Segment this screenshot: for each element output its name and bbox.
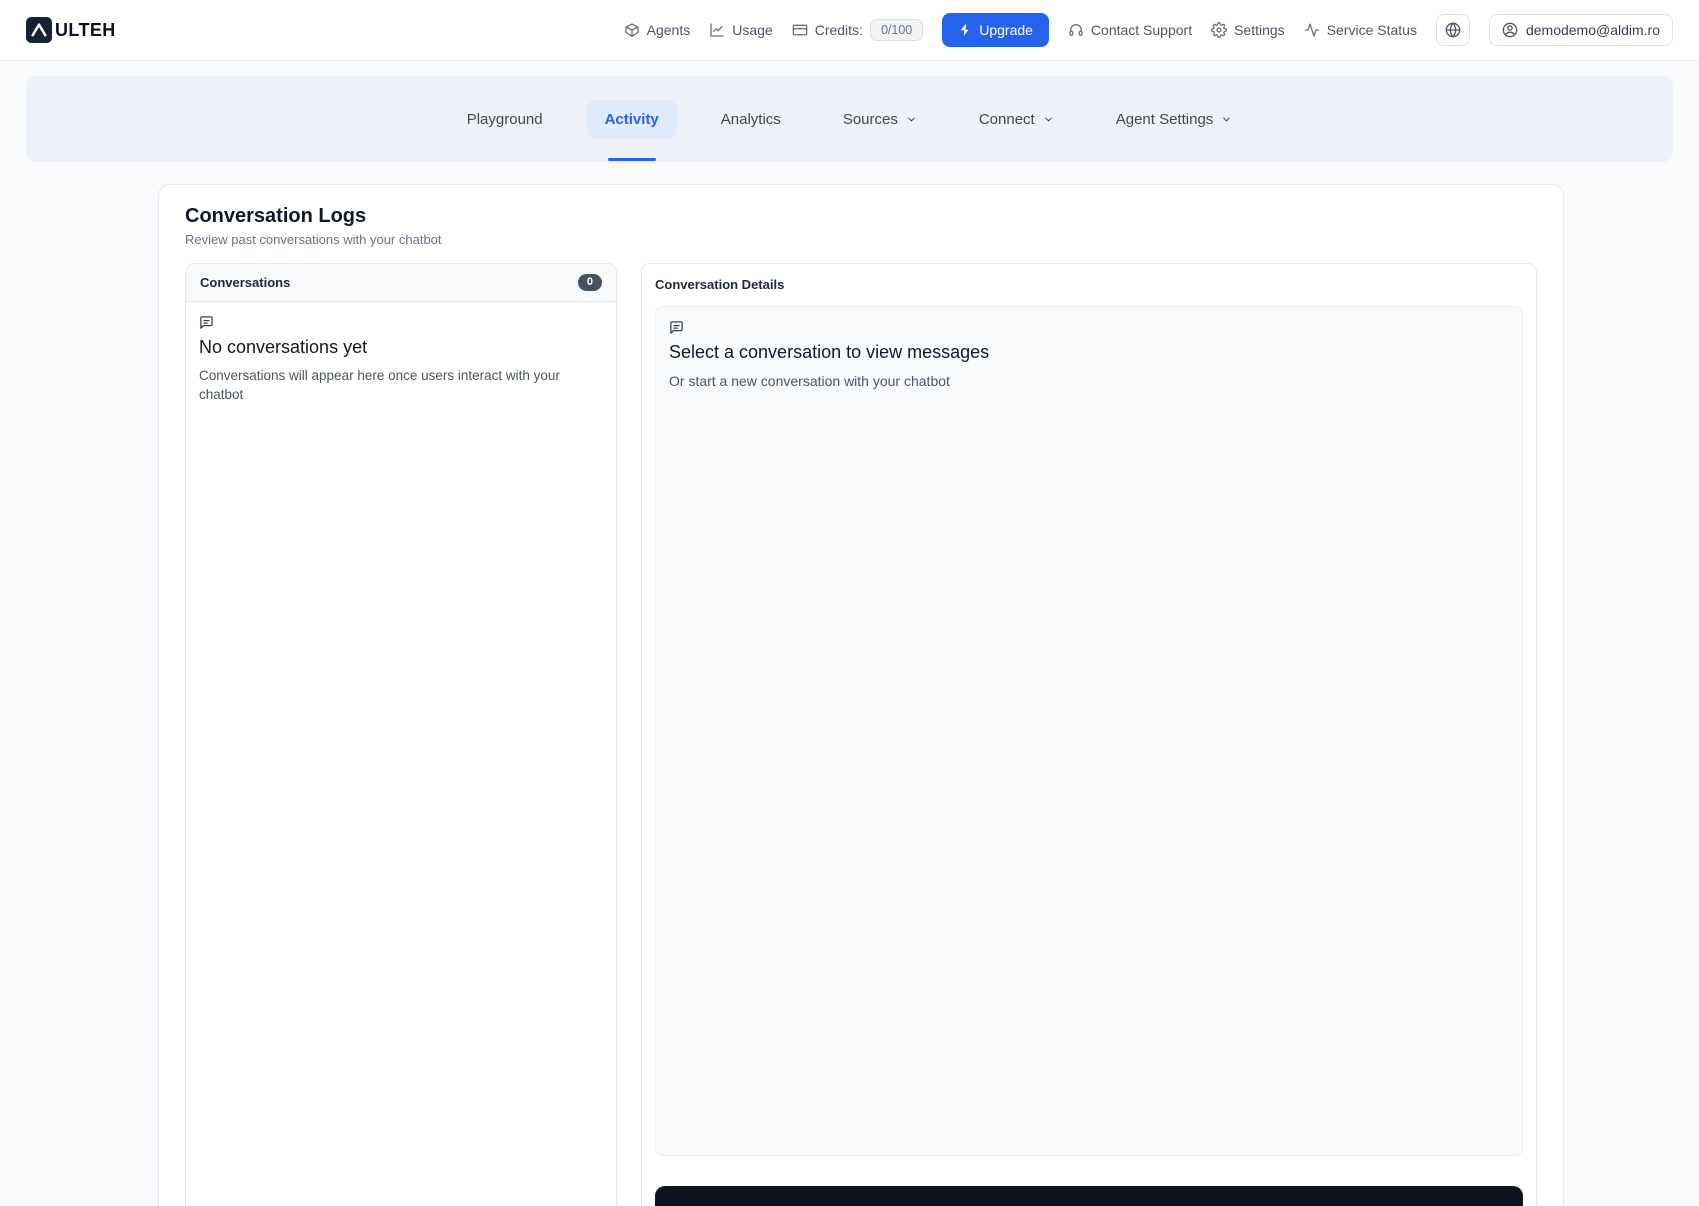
top-header: ULTEH Agents Usage Credits: 0/100 Upgrad… (0, 0, 1699, 61)
tab-connect[interactable]: Connect (961, 100, 1072, 139)
tab-label: Analytics (721, 111, 781, 128)
tab-label: Activity (605, 111, 659, 128)
page-title: Conversation Logs (185, 205, 1537, 228)
account-email: demodemo@aldim.ro (1526, 22, 1660, 38)
nav-usage[interactable]: Usage (709, 22, 772, 38)
conversations-empty-state: No conversations yet Conversations will … (186, 302, 616, 1206)
nav-usage-label: Usage (732, 22, 772, 38)
header-nav: Agents Usage Credits: 0/100 Upgrade Cont… (624, 13, 1673, 47)
credits-value-badge: 0/100 (870, 19, 923, 41)
details-empty-state: Select a conversation to view messages O… (655, 306, 1523, 1156)
conversations-count-badge: 0 (578, 274, 602, 291)
brand-name: ULTEH (55, 20, 116, 41)
tab-label: Sources (843, 111, 898, 128)
nav-settings-label: Settings (1234, 22, 1285, 38)
brand-logo-icon (26, 17, 52, 43)
language-globe-button[interactable] (1436, 14, 1470, 46)
chevron-down-icon (1221, 114, 1232, 125)
page-subtitle: Review past conversations with your chat… (185, 232, 1537, 247)
nav-service-status[interactable]: Service Status (1304, 22, 1417, 38)
activity-pulse-icon (1304, 22, 1320, 38)
credits-card-icon (792, 22, 808, 38)
brand-logo[interactable]: ULTEH (26, 17, 116, 43)
tab-label: Agent Settings (1116, 111, 1214, 128)
tab-agent-settings[interactable]: Agent Settings (1098, 100, 1251, 139)
tab-label: Connect (979, 111, 1035, 128)
details-empty-title: Select a conversation to view messages (669, 342, 1509, 363)
account-menu-button[interactable]: demodemo@aldim.ro (1489, 14, 1673, 46)
nav-settings[interactable]: Settings (1211, 22, 1285, 38)
user-avatar-icon (1502, 22, 1518, 38)
conversations-panel: Conversations 0 No conversations yet Con… (185, 263, 617, 1206)
conversations-empty-text: Conversations will appear here once user… (199, 367, 603, 405)
chevron-down-icon (906, 114, 917, 125)
lightning-bolt-icon (958, 23, 972, 37)
nav-contact-support-label: Contact Support (1091, 22, 1192, 38)
upgrade-button[interactable]: Upgrade (942, 13, 1049, 47)
tab-playground[interactable]: Playground (449, 100, 561, 139)
conversation-details-title: Conversation Details (655, 277, 1523, 292)
upgrade-button-label: Upgrade (979, 22, 1033, 38)
tab-analytics[interactable]: Analytics (703, 100, 799, 139)
nav-agents-label: Agents (647, 22, 691, 38)
tab-sources[interactable]: Sources (825, 100, 935, 139)
agents-icon (624, 22, 640, 38)
globe-icon (1445, 22, 1461, 38)
chevron-down-icon (1043, 114, 1054, 125)
conversations-panel-title: Conversations (200, 275, 290, 290)
tab-activity[interactable]: Activity (587, 100, 677, 139)
gear-icon (1211, 22, 1227, 38)
credits-label: Credits: (815, 22, 863, 38)
conversations-empty-title: No conversations yet (199, 337, 603, 358)
usage-chart-icon (709, 22, 725, 38)
chat-bubble-icon (199, 315, 214, 330)
credits-indicator: Credits: 0/100 (792, 19, 924, 41)
nav-service-status-label: Service Status (1327, 22, 1417, 38)
tab-label: Playground (467, 111, 543, 128)
chat-bubble-icon (669, 320, 684, 335)
headphones-icon (1068, 22, 1084, 38)
bottom-dark-bar (655, 1186, 1523, 1206)
nav-contact-support[interactable]: Contact Support (1068, 22, 1192, 38)
conversation-logs-card: Conversation Logs Review past conversati… (158, 184, 1564, 1206)
details-empty-text: Or start a new conversation with your ch… (669, 372, 1509, 392)
conversation-details-panel: Conversation Details Select a conversati… (641, 263, 1537, 1206)
conversations-panel-header: Conversations 0 (186, 264, 616, 302)
section-tab-bar: Playground Activity Analytics Sources Co… (26, 76, 1673, 162)
panels-row: Conversations 0 No conversations yet Con… (185, 263, 1537, 1206)
nav-agents[interactable]: Agents (624, 22, 691, 38)
